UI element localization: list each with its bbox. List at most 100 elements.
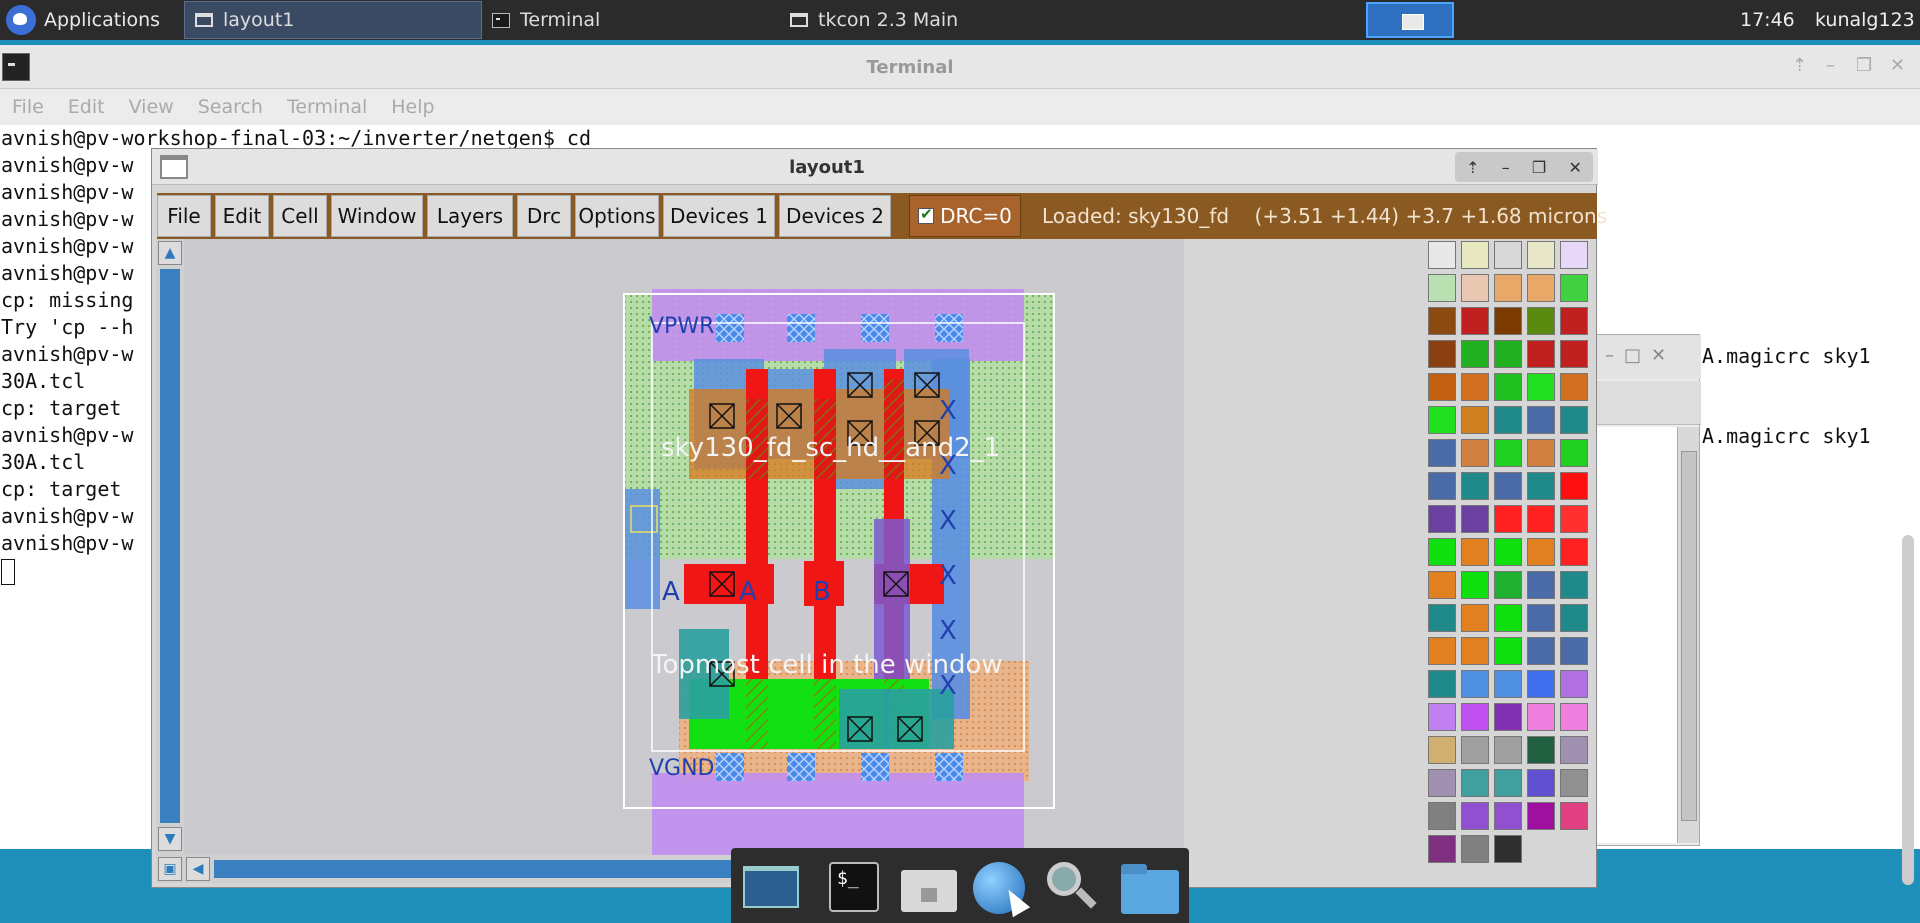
layer-swatch[interactable]	[1527, 505, 1555, 533]
menu-edit[interactable]: Edit	[56, 89, 117, 125]
layer-swatch[interactable]	[1428, 670, 1456, 698]
layer-swatch[interactable]	[1494, 406, 1522, 434]
tkcon-titlebar[interactable]: –□✕	[1597, 335, 1701, 379]
layer-swatch[interactable]	[1494, 703, 1522, 731]
layer-swatch[interactable]	[1428, 340, 1456, 368]
layer-swatch[interactable]	[1560, 769, 1588, 797]
scroll-left-icon[interactable]: ◀	[186, 857, 210, 881]
layer-swatch[interactable]	[1527, 373, 1555, 401]
layer-swatch[interactable]	[1461, 241, 1489, 269]
layer-swatch[interactable]	[1527, 802, 1555, 830]
scroll-down-icon[interactable]: ▼	[158, 827, 182, 851]
menu-search[interactable]: Search	[186, 89, 275, 125]
layer-swatch[interactable]	[1428, 472, 1456, 500]
layer-swatch[interactable]	[1527, 406, 1555, 434]
layer-swatch[interactable]	[1494, 604, 1522, 632]
terminal-titlebar[interactable]: Terminal ⇡ – ❐ ✕	[0, 45, 1920, 89]
layer-swatch[interactable]	[1461, 835, 1489, 863]
layer-swatch[interactable]	[1428, 571, 1456, 599]
layer-swatch[interactable]	[1527, 340, 1555, 368]
show-desktop-icon[interactable]	[741, 860, 799, 914]
file-manager-icon[interactable]	[1119, 860, 1179, 914]
layer-swatch[interactable]	[1494, 505, 1522, 533]
maximize-icon[interactable]: ❐	[1856, 55, 1872, 76]
layer-swatch[interactable]	[1428, 373, 1456, 401]
layer-swatch[interactable]	[1560, 439, 1588, 467]
tkcon-console[interactable]	[1597, 427, 1677, 843]
window-up-icon[interactable]: ⇡	[1792, 55, 1807, 76]
close-icon[interactable]: ✕	[1568, 158, 1581, 177]
layer-swatch[interactable]	[1461, 505, 1489, 533]
layer-swatch[interactable]	[1428, 538, 1456, 566]
layer-swatch[interactable]	[1560, 538, 1588, 566]
layer-swatch[interactable]	[1428, 439, 1456, 467]
layer-swatch[interactable]	[1461, 373, 1489, 401]
menu-devices-2[interactable]: Devices 2	[779, 195, 891, 237]
layer-swatch[interactable]	[1560, 637, 1588, 665]
layout-titlebar[interactable]: layout1 ⇡ – ❐ ✕	[152, 149, 1598, 185]
vertical-scrollbar[interactable]: ▲ ▼	[156, 239, 184, 855]
layer-swatch[interactable]	[1461, 307, 1489, 335]
tkcon-window-controls[interactable]: –□✕	[1605, 345, 1676, 366]
layer-swatch[interactable]	[1527, 637, 1555, 665]
layer-swatch[interactable]	[1560, 472, 1588, 500]
layer-swatch[interactable]	[1527, 571, 1555, 599]
workspace-switcher[interactable]	[1366, 2, 1454, 38]
layer-swatch[interactable]	[1560, 703, 1588, 731]
layer-swatch[interactable]	[1494, 340, 1522, 368]
clock[interactable]: 17:46	[1740, 0, 1795, 40]
home-folder-icon[interactable]	[899, 860, 957, 914]
layer-swatch[interactable]	[1494, 538, 1522, 566]
zoom-box-icon[interactable]: ▣	[158, 857, 182, 881]
layer-swatch[interactable]	[1428, 241, 1456, 269]
layer-swatch[interactable]	[1461, 703, 1489, 731]
layer-swatch[interactable]	[1461, 439, 1489, 467]
layer-swatch[interactable]	[1560, 604, 1588, 632]
layer-swatch[interactable]	[1560, 274, 1588, 302]
layer-swatch[interactable]	[1494, 835, 1522, 863]
maximize-icon[interactable]: ❐	[1532, 158, 1546, 177]
layer-swatch[interactable]	[1461, 802, 1489, 830]
layer-swatch[interactable]	[1527, 538, 1555, 566]
terminal-icon[interactable]: $_	[825, 860, 883, 914]
layer-swatch[interactable]	[1560, 736, 1588, 764]
close-icon[interactable]: ✕	[1890, 55, 1905, 76]
terminal-scrollbar[interactable]	[1902, 535, 1914, 885]
layer-swatch[interactable]	[1527, 472, 1555, 500]
layer-swatch[interactable]	[1494, 736, 1522, 764]
layer-swatch[interactable]	[1560, 241, 1588, 269]
applications-menu[interactable]: Applications	[0, 0, 160, 40]
menu-options[interactable]: Options	[575, 195, 659, 237]
layer-swatch[interactable]	[1461, 571, 1489, 599]
layer-swatch[interactable]	[1494, 241, 1522, 269]
tkcon-scrollbar[interactable]	[1677, 427, 1699, 843]
layer-swatch[interactable]	[1428, 769, 1456, 797]
layer-swatch[interactable]	[1560, 571, 1588, 599]
layer-swatch[interactable]	[1461, 604, 1489, 632]
layer-swatch[interactable]	[1428, 835, 1456, 863]
layer-swatch[interactable]	[1461, 406, 1489, 434]
menu-cell[interactable]: Cell	[273, 195, 327, 237]
scroll-thumb[interactable]	[1681, 451, 1697, 821]
layout-canvas[interactable]: VPWR VGND A A B X X X X X X sky130_fd_sc…	[184, 239, 1184, 855]
layer-swatch[interactable]	[1428, 307, 1456, 335]
taskbar-item-terminal[interactable]: Terminal	[482, 1, 780, 39]
layer-swatch[interactable]	[1461, 472, 1489, 500]
layer-swatch[interactable]	[1560, 406, 1588, 434]
layer-swatch[interactable]	[1494, 472, 1522, 500]
menu-file[interactable]: File	[0, 89, 56, 125]
menu-layers[interactable]: Layers	[427, 195, 513, 237]
layer-swatch[interactable]	[1461, 340, 1489, 368]
layer-swatch[interactable]	[1527, 703, 1555, 731]
layer-swatch[interactable]	[1461, 637, 1489, 665]
menu-window[interactable]: Window	[331, 195, 423, 237]
taskbar-item-layout1[interactable]: layout1	[184, 1, 482, 39]
layer-swatch[interactable]	[1560, 505, 1588, 533]
layer-swatch[interactable]	[1527, 307, 1555, 335]
layer-swatch[interactable]	[1494, 802, 1522, 830]
layer-swatch[interactable]	[1428, 604, 1456, 632]
layer-swatch[interactable]	[1560, 373, 1588, 401]
layer-swatch[interactable]	[1461, 670, 1489, 698]
layer-swatch[interactable]	[1461, 274, 1489, 302]
layer-swatch[interactable]	[1527, 769, 1555, 797]
